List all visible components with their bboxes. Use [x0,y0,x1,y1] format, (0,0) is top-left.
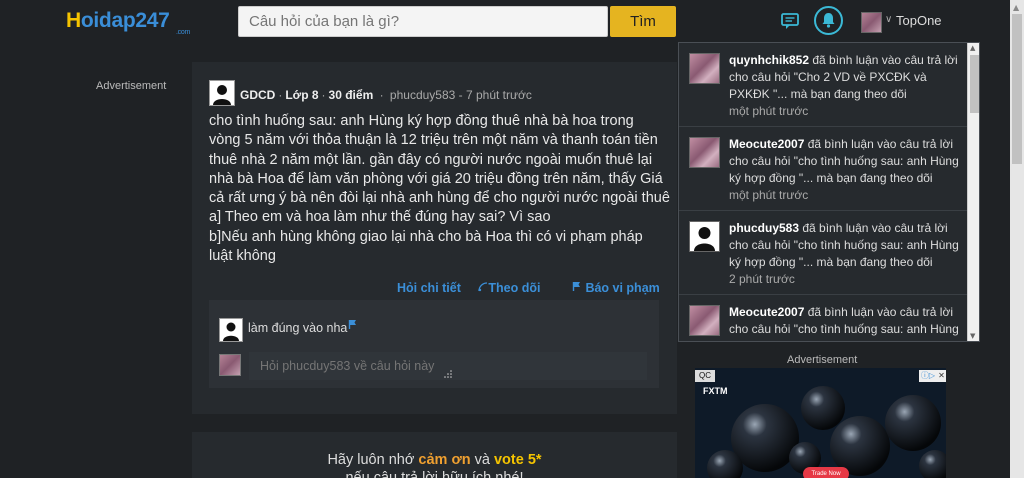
notification-avatar [689,305,720,336]
notification-bell-button[interactable] [814,6,843,35]
user-avatar[interactable] [861,12,882,33]
comment-section: làm đúng vào nha [209,300,659,388]
ad-info-icon[interactable]: ⓘ▷ [919,370,937,382]
grade-link[interactable]: Lớp 8 [285,88,318,102]
question-line: a] Theo em và hoa làm như thế đúng hay s… [209,209,551,226]
advertisement-label: Advertisement [96,80,167,92]
commenter-avatar[interactable] [219,318,243,342]
ad-qc-badge: QC [695,370,715,382]
top-navbar: Hoidap247.com Tìm ∨ TopOne [0,0,1010,42]
site-logo[interactable]: Hoidap247 .com [66,9,190,36]
flag-icon[interactable] [348,319,358,330]
reminder-line: Hãy luôn nhớ cảm ơn và vote 5* [327,452,542,468]
question-line: b]Nếu anh hùng không giao lại nhà cho bà… [209,228,643,245]
search-input[interactable] [238,6,608,37]
ask-detail-link[interactable]: Hỏi chi tiết [397,281,461,295]
question-actions: Hỏi chi tiết Theo dõi Báo vi phạm [397,281,688,295]
username-label[interactable]: TopOne [896,13,942,28]
notifications-scrollbar[interactable]: ▲ ▼ [967,43,979,341]
notification-avatar [689,221,720,252]
fxtm-logo: FXTM [703,386,728,396]
flag-icon [572,282,580,291]
ad-banner[interactable]: QC FXTM ⓘ▷ ✕ Trade Now [695,368,946,478]
question-line: vòng 5 năm với thỏa thuận là 12 triệu tr… [209,132,658,149]
page-scrollbar[interactable]: ▲ [1010,0,1024,478]
notifications-dropdown: quynhchik852 đã bình luận vào câu trả lờ… [678,42,980,342]
chat-icon[interactable] [780,11,800,31]
user-silhouette-icon [213,85,231,105]
question-line: thuê nhà 2 năm một lần. gần đây có người… [209,151,653,168]
scroll-down-icon[interactable]: ▼ [970,332,975,340]
trade-now-button[interactable]: Trade Now [803,467,849,478]
chevron-down-icon[interactable]: ∨ [885,14,892,25]
notification-item[interactable]: Meocute2007 đã bình luận vào câu trả lời… [679,295,967,341]
scrollbar-thumb[interactable] [970,55,979,113]
search-button[interactable]: Tìm [610,6,676,37]
author-time[interactable]: phucduy583 - 7 phút trước [390,88,532,102]
ad-bubbles-image [695,368,946,478]
resize-handle-icon[interactable] [444,370,452,378]
notification-avatar [689,137,720,168]
reminder-line-2: nếu câu trả lời hữu ích nhé! [345,470,524,478]
question-meta: GDCD · Lớp 8 · 30 điểm · phucduy583 - 7 phút… [240,88,532,102]
follow-link[interactable]: Theo dõi [478,281,554,295]
report-link[interactable]: Báo vi phạm [572,281,674,295]
notification-item[interactable]: Meocute2007 đã bình luận vào câu trả lời… [679,127,967,211]
question-line: cho tình huống sau: anh Hùng ký hợp đồng… [209,113,634,129]
question-line: cả rất ưng ý bà nên đòi lại nhà anh hùng… [209,190,670,207]
user-silhouette-icon [694,227,715,251]
notification-item[interactable]: quynhchik852 đã bình luận vào câu trả lờ… [679,43,967,127]
question-body: cho tình huống sau: anh Hùng ký hợp đồng… [209,112,670,266]
rss-icon [478,282,488,292]
question-line: luật không [209,248,276,265]
points-label: 30 điểm [328,88,374,102]
close-icon[interactable]: ✕ [937,370,946,382]
reminder-card: Hãy luôn nhớ cảm ơn và vote 5* nếu câu t… [192,432,677,478]
question-author-avatar[interactable] [209,80,235,106]
question-line: nhà bà Hoa để làm văn phòng với giá 20 t… [209,170,663,187]
bell-icon [822,13,835,28]
question-card: GDCD · Lớp 8 · 30 điểm · phucduy583 - 7 phút… [192,62,677,414]
comment-text: làm đúng vào nha [248,321,348,335]
scroll-up-icon[interactable]: ▲ [970,44,975,52]
scrollbar-thumb[interactable] [1012,14,1022,164]
advertisement-label: Advertisement [787,354,858,366]
user-silhouette-icon [223,322,239,341]
notification-avatar [689,53,720,84]
subject-link[interactable]: GDCD [240,88,275,102]
notification-item[interactable]: phucduy583 đã bình luận vào câu trả lời … [679,211,967,295]
scroll-up-icon[interactable]: ▲ [1013,3,1019,12]
my-avatar [219,354,241,376]
